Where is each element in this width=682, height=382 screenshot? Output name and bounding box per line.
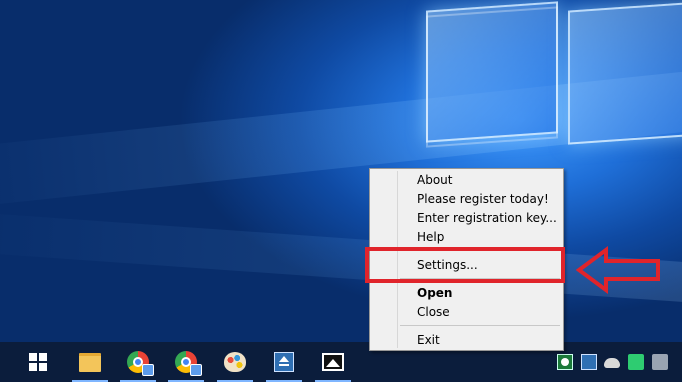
app-tray-icon[interactable] bbox=[557, 354, 573, 370]
taskbar bbox=[0, 342, 682, 382]
device-tray-icon[interactable] bbox=[652, 354, 668, 370]
menu-item-close[interactable]: Close bbox=[372, 303, 561, 322]
menu-item-exit[interactable]: Exit bbox=[372, 331, 561, 350]
profile-badge-icon bbox=[142, 364, 154, 376]
chrome-profile-icon[interactable] bbox=[162, 342, 210, 382]
eject-tray-icon[interactable] bbox=[581, 354, 597, 370]
file-explorer-icon[interactable] bbox=[66, 342, 114, 382]
profile-badge-icon bbox=[190, 364, 202, 376]
store-icon[interactable] bbox=[14, 342, 62, 382]
menu-item-help[interactable]: Help bbox=[372, 228, 561, 247]
eject-icon[interactable] bbox=[260, 342, 308, 382]
window-pane-glow bbox=[426, 6, 558, 148]
menu-separator bbox=[400, 325, 560, 326]
photos-icon[interactable] bbox=[309, 342, 357, 382]
menu-item-about[interactable]: About bbox=[372, 171, 561, 190]
cloud-tray-icon[interactable] bbox=[604, 358, 620, 368]
settings-highlight-box bbox=[365, 247, 565, 283]
menu-item-enter-key[interactable]: Enter registration key... bbox=[372, 209, 561, 228]
menu-item-open[interactable]: Open bbox=[372, 284, 561, 303]
paint-icon[interactable] bbox=[211, 342, 259, 382]
menu-item-register[interactable]: Please register today! bbox=[372, 190, 561, 209]
security-tray-icon[interactable] bbox=[628, 354, 644, 370]
chrome-icon[interactable] bbox=[114, 342, 162, 382]
pointer-arrow-icon bbox=[576, 246, 660, 294]
window-pane bbox=[568, 1, 682, 145]
